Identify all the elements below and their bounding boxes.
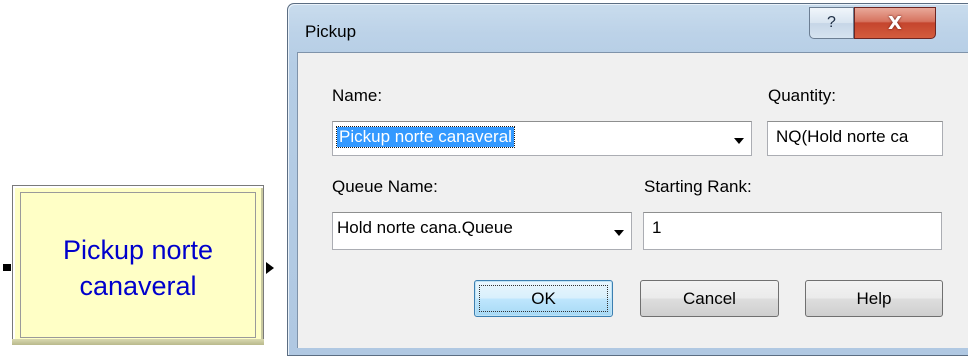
chevron-down-icon[interactable] <box>727 122 751 155</box>
help-button[interactable]: Help <box>805 280 943 317</box>
queue-name-label: Queue Name: <box>332 177 438 196</box>
dialog-client-area: Name: Pickup norte canaveral Quantity: N… <box>297 52 968 348</box>
question-mark-icon: ? <box>827 14 836 31</box>
pickup-module-bevel <box>12 339 264 345</box>
help-button-label: Help <box>856 288 892 308</box>
starting-rank-input[interactable]: 1 <box>643 212 942 250</box>
cancel-button[interactable]: Cancel <box>640 280 779 317</box>
quantity-input[interactable]: NQ(Hold norte ca <box>767 121 943 156</box>
queue-name-combobox-value: Hold norte cana.Queue <box>337 218 513 237</box>
module-exit-arrow[interactable] <box>266 262 274 274</box>
title-help-button[interactable]: ? <box>809 7 854 39</box>
close-x-icon: X <box>888 12 902 34</box>
queue-name-combobox[interactable]: Hold norte cana.Queue <box>332 212 632 250</box>
ok-button[interactable]: OK <box>474 280 613 317</box>
module-entry-connector[interactable] <box>3 264 11 271</box>
name-combobox-value[interactable]: Pickup norte canaveral <box>336 126 515 148</box>
ok-button-label: OK <box>531 288 556 308</box>
pickup-module-label: Pickup norte canaveral <box>22 232 254 304</box>
cancel-button-label: Cancel <box>683 288 736 308</box>
chevron-down-icon[interactable] <box>607 213 631 249</box>
name-combobox[interactable]: Pickup norte canaveral <box>332 121 752 156</box>
module-label-line2: canaveral <box>79 271 197 301</box>
title-close-button[interactable]: X <box>854 7 936 39</box>
quantity-input-value: NQ(Hold norte ca <box>776 127 909 146</box>
pickup-dialog: Pickup ? X Name: Pickup norte canaveral … <box>287 3 968 356</box>
dialog-title: Pickup <box>305 22 357 41</box>
quantity-label: Quantity: <box>768 86 837 105</box>
starting-rank-label: Starting Rank: <box>644 177 752 196</box>
starting-rank-input-value: 1 <box>652 218 662 237</box>
module-label-line1: Pickup norte <box>62 235 214 265</box>
name-label: Name: <box>332 86 383 105</box>
